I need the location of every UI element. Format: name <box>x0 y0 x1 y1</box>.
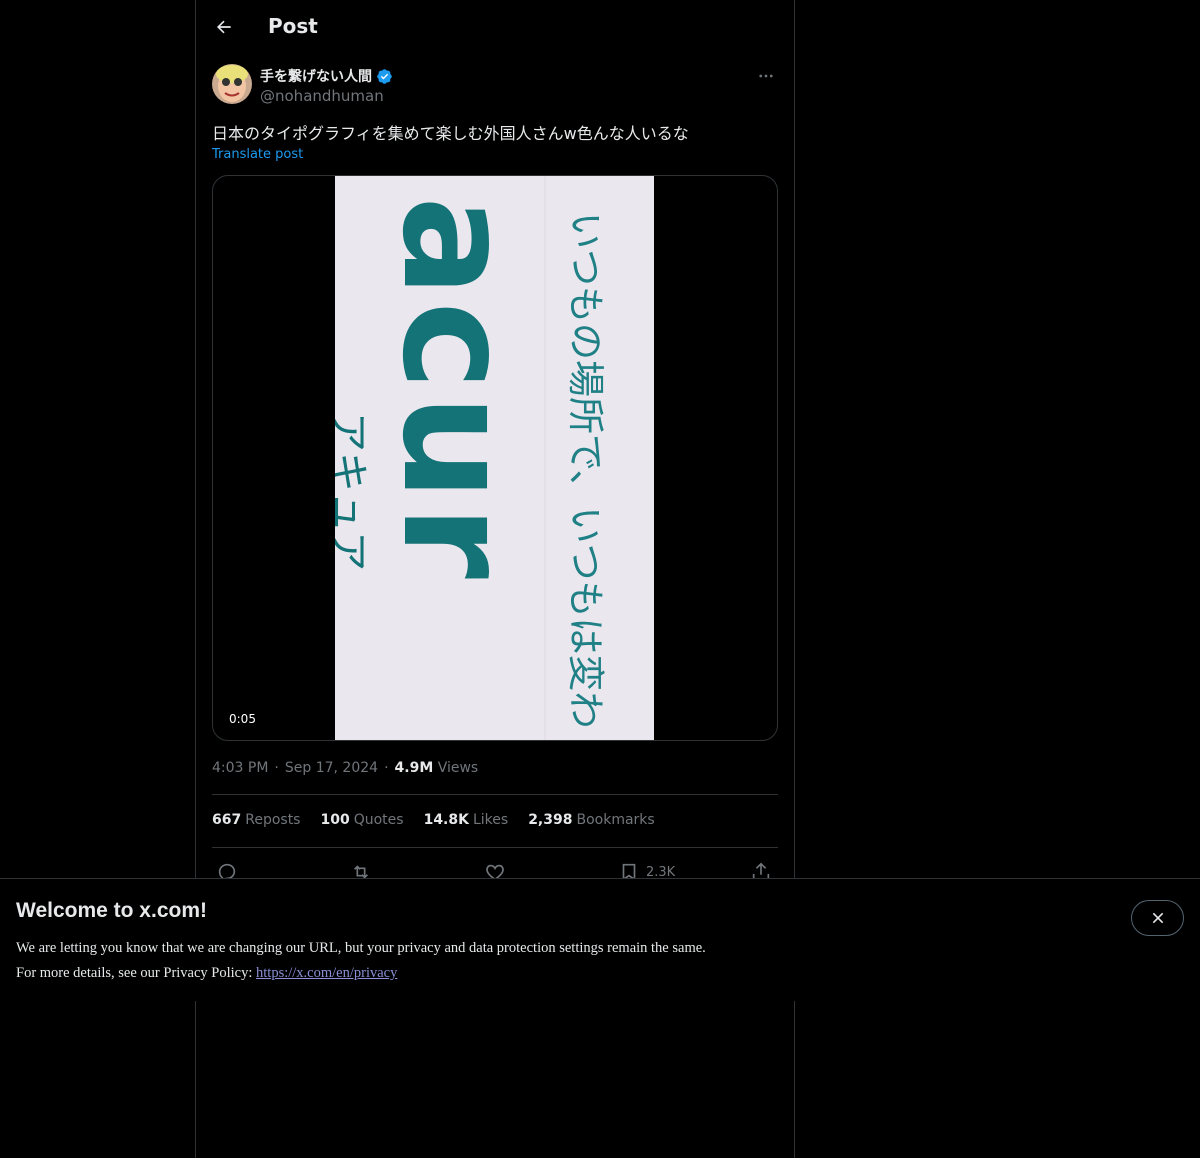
brand-logo-text: acur <box>369 196 543 583</box>
stat-quotes[interactable]: 100 Quotes <box>320 812 403 828</box>
welcome-banner: Welcome to x.com! We are letting you kno… <box>0 878 1200 1001</box>
stat-bookmarks-count: 2,398 <box>528 812 573 828</box>
banner-text: We are letting you know that we are chan… <box>16 936 706 986</box>
banner-line2-prefix: For more details, see our Privacy Policy… <box>16 965 253 981</box>
stat-likes-count: 14.8K <box>423 812 469 828</box>
views: 4.9M Views <box>395 760 479 776</box>
post-time[interactable]: 4:03 PM <box>212 760 268 776</box>
verified-icon <box>377 68 392 84</box>
translate-post-link[interactable]: Translate post <box>212 147 303 162</box>
author-name-row: 手を繋げない人間 <box>260 66 393 86</box>
post-meta: 4:03 PM · Sep 17, 2024 · 4.9M Views <box>212 760 478 776</box>
privacy-policy-link[interactable]: https://x.com/en/privacy <box>256 965 397 981</box>
engagement-stats: 667 Reposts 100 Quotes 14.8K Likes 2,398 Boo… <box>212 812 655 828</box>
stat-bookmarks[interactable]: 2,398 Bookmarks <box>528 812 655 828</box>
banner-line1: We are letting you know that we are chan… <box>16 940 706 956</box>
author-name[interactable]: 手を繋げない人間 <box>260 66 372 86</box>
video-player[interactable]: acur アキュア いつもの場所で、いつもは変わ 0:05 <box>212 175 778 741</box>
katakana-text: アキュア <box>335 412 371 571</box>
stat-reposts[interactable]: 667 Reposts <box>212 812 300 828</box>
avatar[interactable] <box>212 64 252 104</box>
author-row: 手を繋げない人間 @nohandhuman <box>212 64 778 108</box>
video-duration: 0:05 <box>223 710 262 728</box>
back-arrow-icon <box>217 20 231 34</box>
author-handle[interactable]: @nohandhuman <box>260 87 384 105</box>
stat-reposts-label: Reposts <box>245 812 301 828</box>
divider <box>212 847 778 848</box>
divider <box>212 794 778 795</box>
meta-dot: · <box>274 760 279 776</box>
banner-title: Welcome to x.com! <box>16 899 207 922</box>
back-button[interactable] <box>210 13 238 41</box>
slogan-text: いつもの場所で、いつもは変わ <box>564 212 607 729</box>
views-count: 4.9M <box>394 760 434 776</box>
meta-dot: · <box>384 760 389 776</box>
more-button[interactable] <box>754 64 778 88</box>
more-icon <box>759 74 773 78</box>
stat-bookmarks-label: Bookmarks <box>576 812 655 828</box>
views-label: Views <box>437 760 479 776</box>
stat-quotes-count: 100 <box>320 812 350 828</box>
video-frame: acur アキュア いつもの場所で、いつもは変わ <box>335 176 654 740</box>
close-icon <box>1152 912 1163 924</box>
post-date[interactable]: Sep 17, 2024 <box>285 760 378 776</box>
stat-quotes-label: Quotes <box>353 812 404 828</box>
header: Post <box>196 0 794 54</box>
stat-reposts-count: 667 <box>212 812 242 828</box>
banner-line2: For more details, see our Privacy Policy… <box>16 961 706 986</box>
close-banner-button[interactable] <box>1131 900 1184 936</box>
page-title: Post <box>268 14 318 38</box>
stat-likes[interactable]: 14.8K Likes <box>424 812 509 828</box>
stat-likes-label: Likes <box>472 812 509 828</box>
post-text: 日本のタイポグラフィを集めて楽しむ外国人さんw色んな人いるな <box>212 124 689 143</box>
